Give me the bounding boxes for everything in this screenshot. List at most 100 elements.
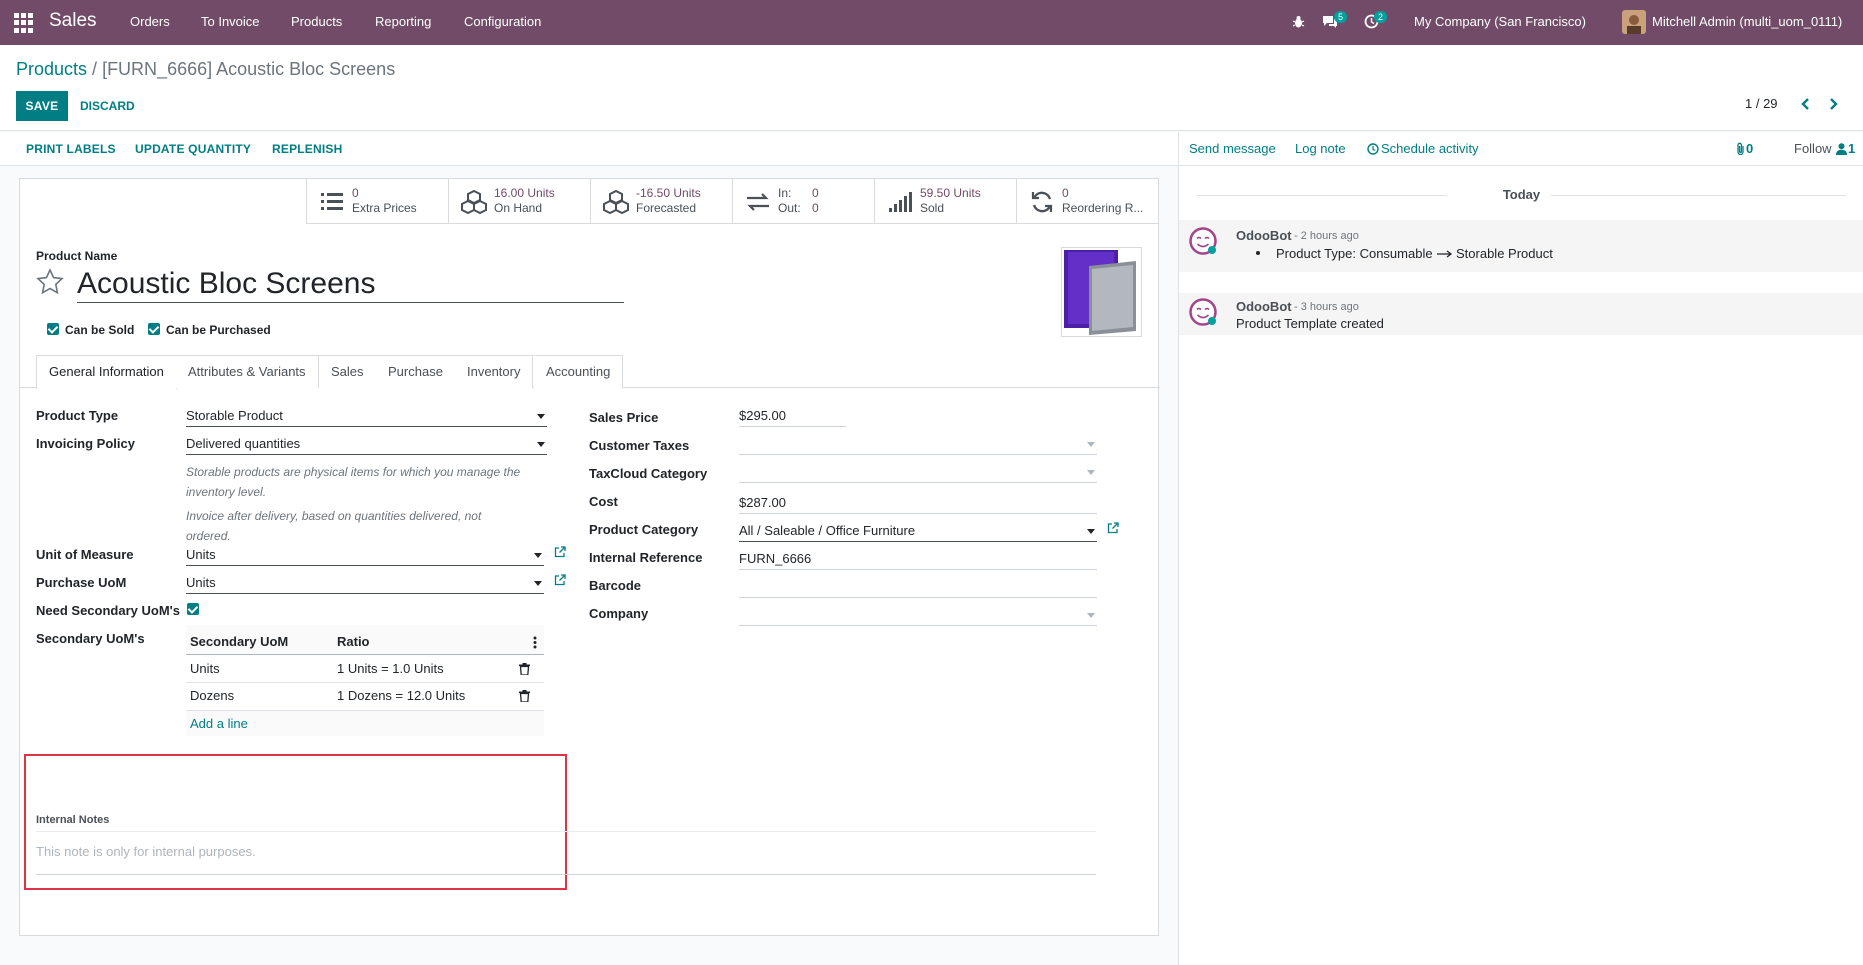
tracking-new-value: Storable Product [1456, 246, 1553, 261]
pager-value[interactable]: 1 / 29 [1745, 96, 1778, 111]
print-labels-button[interactable]: PRINT LABELS [26, 142, 116, 156]
purchase-uom-select[interactable]: Units [186, 574, 544, 594]
message-author[interactable]: OdooBot [1236, 299, 1292, 314]
invoicing-policy-label: Invoicing Policy [36, 436, 135, 451]
update-quantity-button[interactable]: UPDATE QUANTITY [135, 142, 251, 156]
breadcrumb-products-link[interactable]: Products [16, 59, 87, 79]
row-ratio: 1 Dozens = 12.0 Units [337, 688, 466, 703]
breadcrumb-current: [FURN_6666] Acoustic Bloc Screens [102, 59, 396, 79]
smart-buttons: 0 Extra Prices 16.00 Units On Hand -16.5… [306, 179, 1159, 224]
external-link-icon[interactable] [554, 574, 566, 586]
extra-prices-label: Extra Prices [352, 201, 417, 215]
company-switcher[interactable]: My Company (San Francisco) [1414, 14, 1586, 29]
customer-taxes-label: Customer Taxes [589, 438, 690, 453]
invoicing-policy-help: Invoice after delivery, based on quantit… [186, 506, 481, 546]
discard-button[interactable]: DISCARD [72, 91, 143, 121]
send-message-button[interactable]: Send message [1189, 141, 1276, 156]
forecasted-button[interactable]: -16.50 Units Forecasted [590, 179, 732, 224]
column-secondary-uom[interactable]: Secondary UoM [190, 634, 288, 649]
row-uom: Units [190, 661, 220, 676]
chevron-down-icon [537, 414, 545, 419]
breadcrumb-separator: / [87, 59, 103, 79]
can-be-sold-checkbox[interactable] [47, 323, 59, 335]
external-link-icon[interactable] [554, 546, 566, 558]
trash-icon[interactable] [519, 663, 530, 675]
app-brand[interactable]: Sales [49, 10, 97, 32]
tab-general-information[interactable]: General Information [36, 355, 177, 389]
sold-button[interactable]: 59.50 Units Sold [874, 179, 1016, 224]
menu-configuration[interactable]: Configuration [464, 14, 541, 29]
customer-taxes-select[interactable] [739, 435, 1097, 455]
table-row[interactable]: Dozens 1 Dozens = 12.0 Units [186, 683, 544, 710]
save-button[interactable]: SAVE [16, 91, 68, 121]
user-avatar[interactable] [1622, 10, 1646, 34]
column-options-icon[interactable] [533, 636, 537, 649]
user-menu[interactable]: Mitchell Admin (multi_uom_0111) [1652, 14, 1842, 29]
cost-value: $287.00 [739, 495, 786, 510]
form-area: PRINT LABELS UPDATE QUANTITY REPLENISH 0… [0, 132, 1178, 965]
menu-reporting[interactable]: Reporting [375, 14, 431, 29]
out-value: 0 [812, 201, 819, 215]
message-author[interactable]: OdooBot [1236, 228, 1292, 243]
tab-attributes-variants[interactable]: Attributes & Variants [176, 355, 319, 388]
followers-count[interactable]: 1 [1848, 141, 1855, 156]
product-type-select[interactable]: Storable Product [186, 407, 547, 427]
column-ratio[interactable]: Ratio [337, 634, 370, 649]
menu-to-invoice[interactable]: To Invoice [201, 14, 260, 29]
today-divider [1551, 195, 1846, 196]
paperclip-icon[interactable] [1736, 142, 1746, 156]
need-secondary-uom-checkbox[interactable] [187, 603, 199, 615]
taxcloud-category-label: TaxCloud Category [589, 466, 708, 481]
sales-price-value: $295.00 [739, 408, 786, 423]
pager-next-icon[interactable] [1824, 95, 1842, 113]
in-out-button[interactable]: In: 0 Out: 0 [732, 179, 874, 224]
schedule-activity-button[interactable]: Schedule activity [1381, 141, 1479, 156]
reordering-value: 0 [1062, 186, 1069, 200]
apps-menu-icon[interactable] [14, 13, 34, 33]
favorite-star-icon[interactable] [36, 268, 64, 296]
cost-input[interactable]: $287.00 [739, 494, 1097, 514]
pager-previous-icon[interactable] [1797, 95, 1815, 113]
table-row[interactable]: Units 1 Units = 1.0 Units [186, 655, 544, 682]
form-sheet: 0 Extra Prices 16.00 Units On Hand -16.5… [19, 178, 1160, 936]
menu-orders[interactable]: Orders [130, 14, 170, 29]
chatter: Send message Log note Schedule activity … [1178, 132, 1863, 965]
can-be-purchased-checkbox[interactable] [148, 323, 160, 335]
extra-prices-button[interactable]: 0 Extra Prices [306, 179, 448, 224]
tab-accounting[interactable]: Accounting [534, 355, 624, 388]
taxcloud-category-select[interactable] [739, 463, 1097, 483]
company-select[interactable] [739, 606, 1097, 626]
invoicing-policy-select[interactable]: Delivered quantities [186, 435, 547, 455]
product-category-select[interactable]: All / Saleable / Office Furniture [739, 522, 1097, 542]
internal-reference-input[interactable]: FURN_6666 [739, 550, 1097, 570]
internal-notes-editor[interactable]: This note is only for internal purposes. [36, 835, 1096, 875]
add-line-link[interactable]: Add a line [190, 716, 248, 731]
product-image[interactable] [1061, 247, 1142, 337]
sales-price-label: Sales Price [589, 410, 659, 425]
replenish-button[interactable]: REPLENISH [272, 142, 342, 156]
sales-price-input[interactable]: $295.00 [739, 407, 846, 427]
tab-sales[interactable]: Sales [319, 355, 377, 388]
tab-purchase[interactable]: Purchase [376, 355, 456, 388]
on-hand-button[interactable]: 16.00 Units On Hand [448, 179, 590, 224]
barcode-input[interactable] [739, 578, 1097, 598]
log-note-button[interactable]: Log note [1295, 141, 1346, 156]
uom-select[interactable]: Units [186, 546, 544, 566]
chat-count-badge: 5 [1334, 11, 1348, 23]
can-be-sold-label: Can be Sold [65, 323, 135, 337]
sold-label: Sold [920, 201, 945, 215]
chevron-down-icon [537, 442, 545, 447]
external-link-icon[interactable] [1107, 522, 1119, 534]
product-category-value: All / Saleable / Office Furniture [739, 523, 916, 538]
product-type-label: Product Type [36, 408, 119, 423]
extra-prices-value: 0 [352, 186, 359, 200]
attachments-count[interactable]: 0 [1746, 141, 1753, 156]
trash-icon[interactable] [519, 690, 530, 702]
debug-bug-icon[interactable] [1292, 15, 1305, 29]
product-name-input[interactable]: Acoustic Bloc Screens [77, 267, 624, 303]
follow-button[interactable]: Follow [1794, 141, 1832, 156]
tab-inventory[interactable]: Inventory [455, 355, 534, 388]
product-image-picture [1064, 250, 1136, 335]
menu-products[interactable]: Products [291, 14, 342, 29]
reordering-rules-button[interactable]: 0 Reordering R... [1016, 179, 1158, 224]
